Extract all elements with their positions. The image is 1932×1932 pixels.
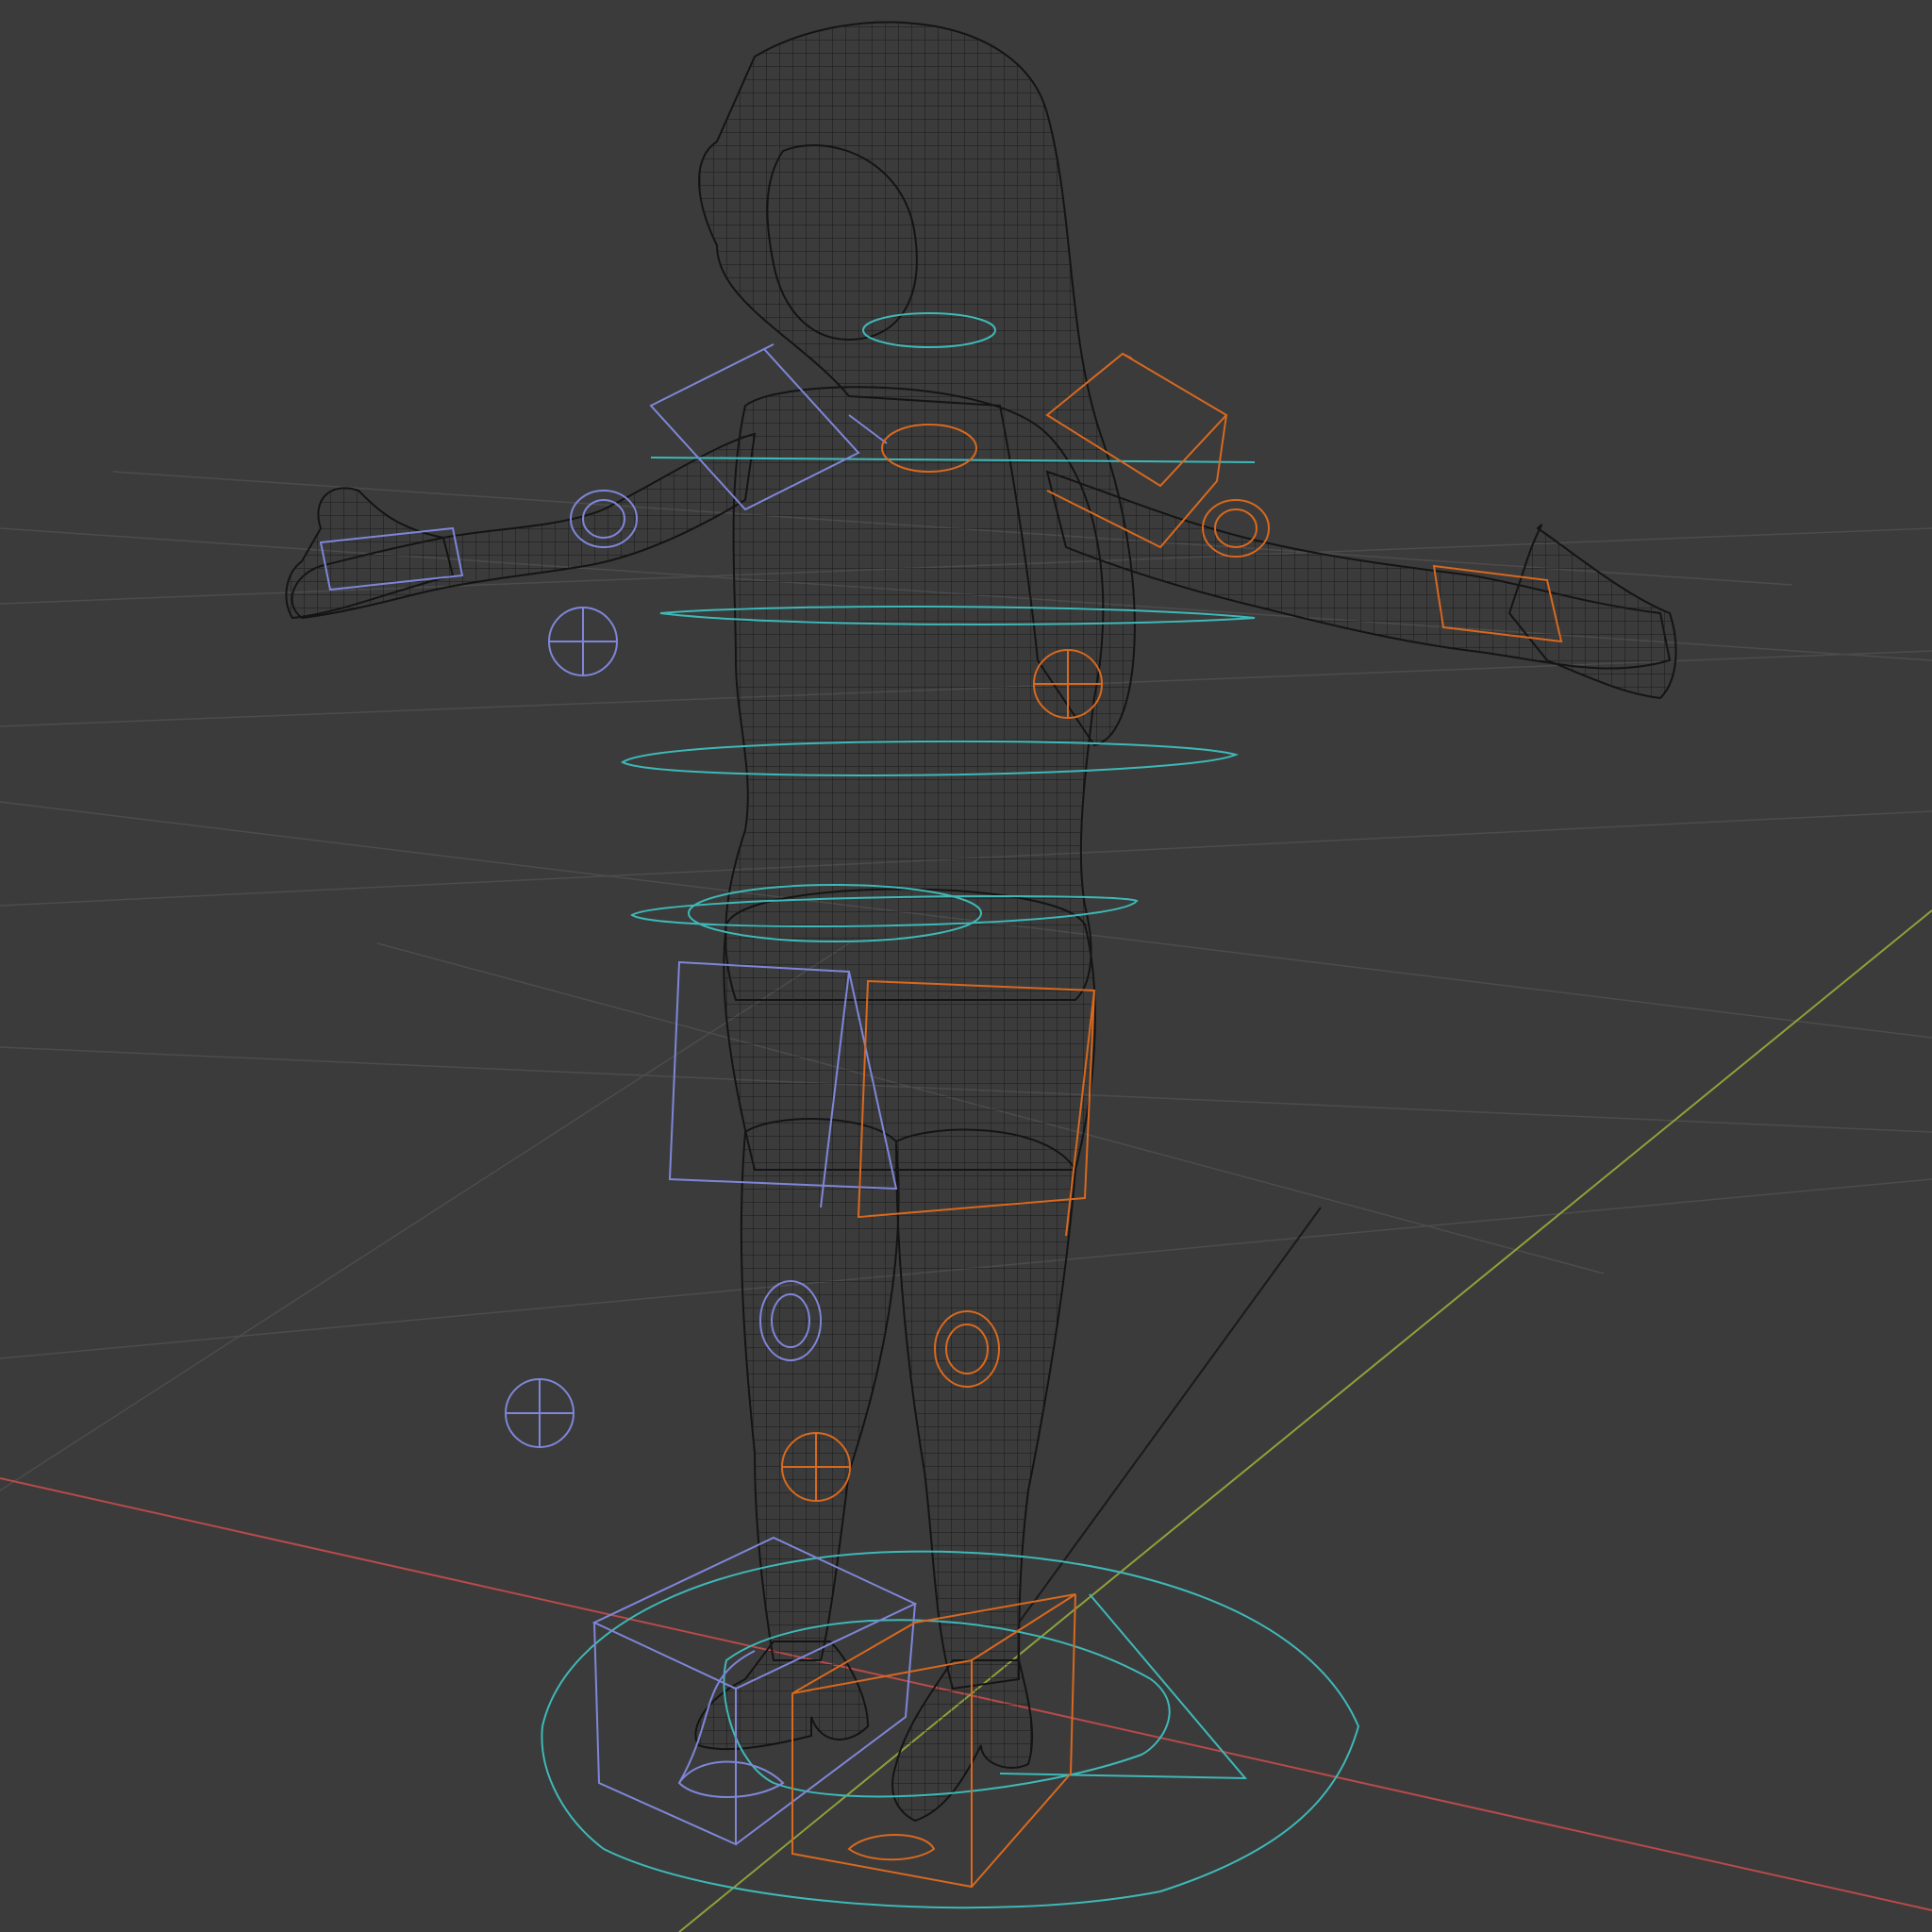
viewport-canvas[interactable] <box>0 0 1932 1932</box>
right-hand-mesh <box>1507 524 1677 700</box>
left-leg-mesh <box>740 1118 900 1661</box>
3d-viewport[interactable] <box>0 0 1932 1932</box>
left-boot-mesh <box>694 1641 870 1751</box>
character-mesh[interactable] <box>285 21 1677 1823</box>
right-heel-control[interactable] <box>847 1834 936 1861</box>
left-hand-mesh <box>285 487 455 620</box>
right-leg-mesh <box>894 1128 1077 1690</box>
root-arrow-control[interactable] <box>999 1593 1248 1780</box>
